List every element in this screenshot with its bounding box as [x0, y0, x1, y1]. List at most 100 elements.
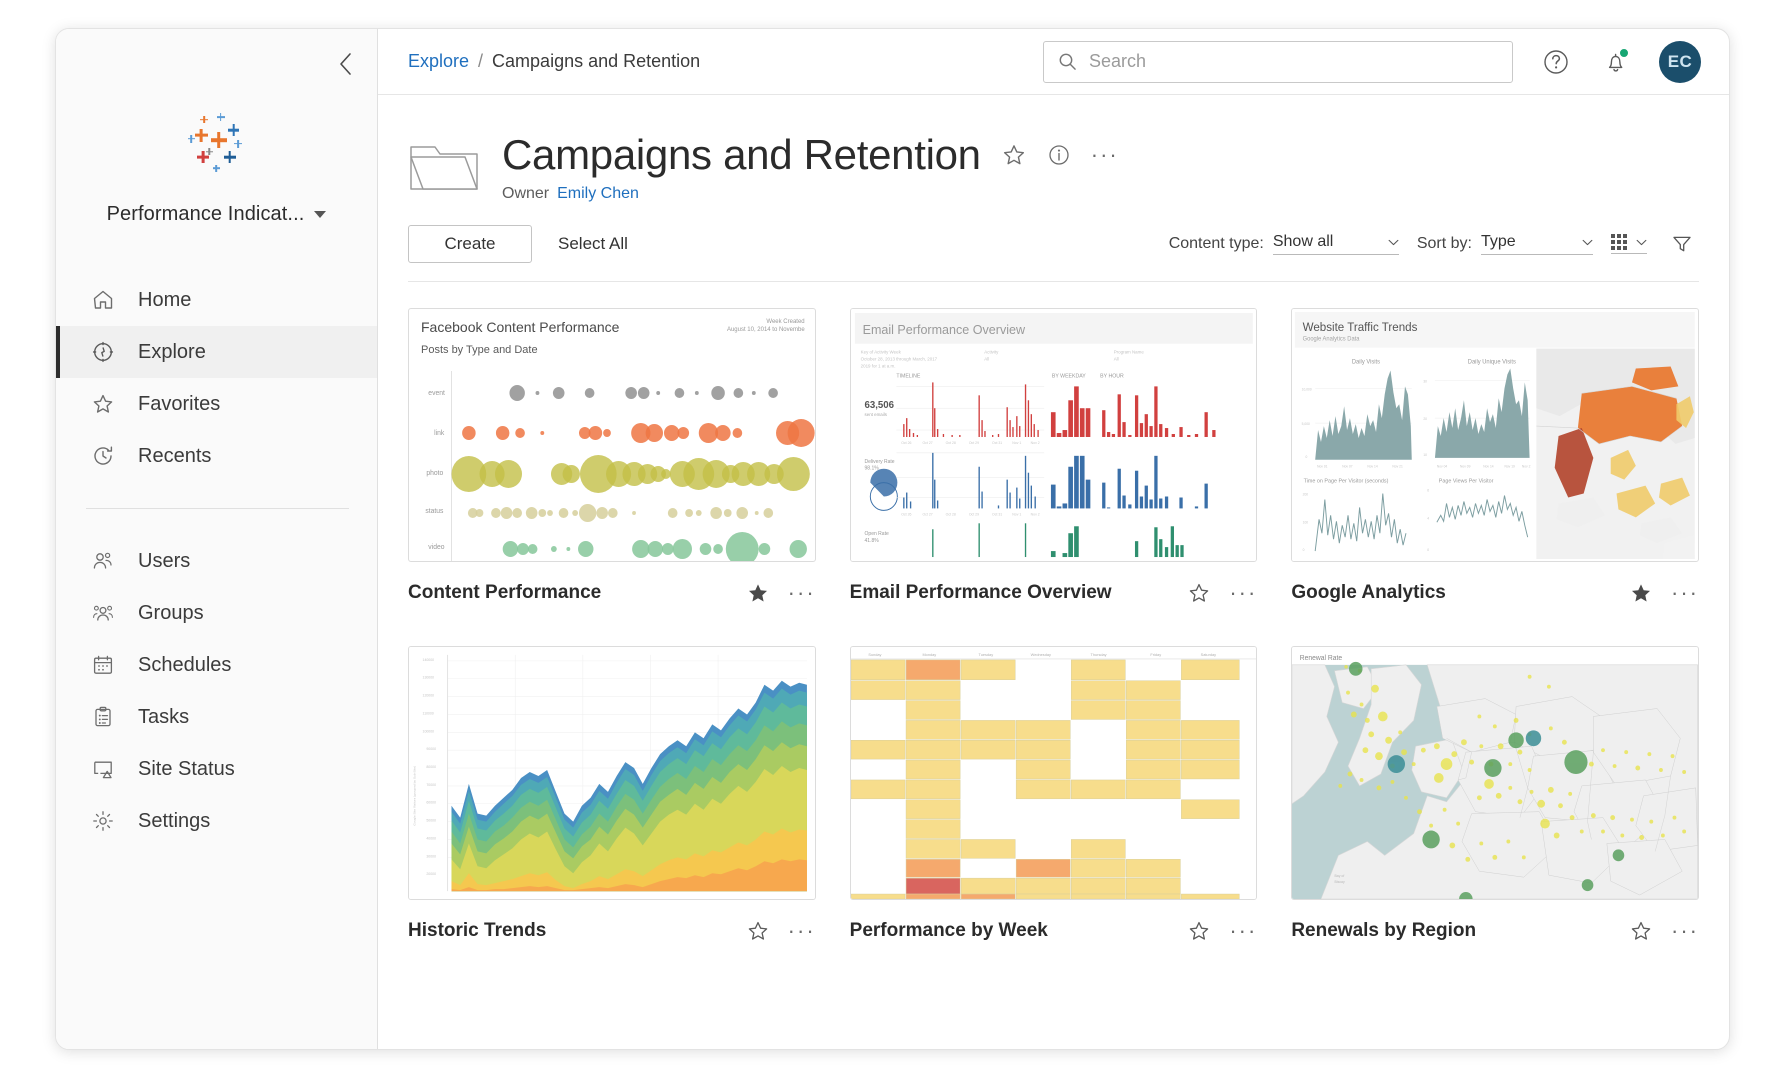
- thumb-meta-line: August 10, 2014 to Novembe: [726, 327, 805, 333]
- sidebar-item-groups[interactable]: Groups: [56, 587, 377, 639]
- sidebar-item-favorites[interactable]: Favorites: [56, 378, 377, 430]
- card-title[interactable]: Content Performance: [408, 582, 601, 604]
- card-thumbnail-email-performance[interactable]: Email Performance Overview Key of Activi…: [849, 308, 1258, 562]
- content-type-value: Show all: [1272, 233, 1334, 250]
- sidebar-item-site-status[interactable]: Site Status: [56, 743, 377, 795]
- card-favorite-button[interactable]: [1187, 919, 1211, 943]
- card-more-button[interactable]: ···: [1229, 582, 1257, 604]
- card-footer: Google Analytics ···: [1291, 562, 1699, 624]
- card-favorite-button[interactable]: [746, 919, 770, 943]
- card-footer: Content Performance ···: [408, 562, 816, 624]
- svg-text:0: 0: [1306, 455, 1308, 459]
- card-more-button[interactable]: ···: [1229, 920, 1257, 942]
- create-button[interactable]: Create: [408, 225, 532, 263]
- card-thumbnail-historic-trends[interactable]: 140000 130000 120000 110000 100000 90000 8000…: [408, 646, 816, 900]
- svg-text:70000: 70000: [426, 783, 436, 787]
- card-more-button[interactable]: ···: [788, 920, 816, 942]
- sidebar-item-settings[interactable]: Settings: [56, 795, 377, 847]
- svg-text:Oct 29: Oct 29: [968, 512, 978, 516]
- svg-text:Google Site Visitors (grouped: Google Site Visitors (grouped by Sub-Sit…: [413, 766, 417, 826]
- sidebar-item-label: Groups: [138, 601, 204, 624]
- sidebar-item-label: Users: [138, 549, 191, 572]
- svg-text:Nov 2: Nov 2: [1030, 441, 1039, 445]
- star-icon: [90, 391, 116, 417]
- breadcrumb: Explore / Campaigns and Retention: [408, 51, 700, 72]
- folder-more-button[interactable]: ···: [1091, 144, 1119, 166]
- card-title[interactable]: Google Analytics: [1291, 582, 1446, 604]
- card-thumbnail-content-performance[interactable]: Facebook Content Performance Posts by Ty…: [408, 308, 816, 562]
- card-thumbnail-renewals-by-region[interactable]: Renewal Rate Bay of Biscay: [1291, 646, 1699, 900]
- sidebar-item-users[interactable]: Users: [56, 535, 377, 587]
- sort-by-select[interactable]: Type: [1481, 233, 1593, 255]
- sidebar-item-recents[interactable]: Recents: [56, 430, 377, 482]
- card-title[interactable]: Historic Trends: [408, 920, 546, 942]
- svg-text:Daily Visits: Daily Visits: [1352, 360, 1380, 366]
- favorite-folder-button[interactable]: [1001, 142, 1027, 168]
- svg-text:Nov 04: Nov 04: [1437, 465, 1448, 469]
- select-all-button[interactable]: Select All: [558, 234, 628, 254]
- svg-text:Google Analytics Data: Google Analytics Data: [1303, 337, 1361, 343]
- card-title[interactable]: Renewals by Region: [1291, 920, 1476, 942]
- filter-icon: [1673, 236, 1691, 252]
- avatar[interactable]: EC: [1659, 40, 1701, 83]
- svg-text:Oct 29: Oct 29: [968, 441, 978, 445]
- content-type-select[interactable]: Show all: [1272, 233, 1399, 255]
- search-input[interactable]: [1089, 51, 1498, 72]
- content-type-filter: Content type: Show all: [1169, 233, 1399, 255]
- svg-text:100: 100: [1303, 520, 1309, 524]
- view-mode-button[interactable]: [1611, 234, 1647, 254]
- chevron-left-icon: [340, 53, 351, 75]
- tableau-logo-icon: [180, 107, 254, 181]
- card-thumbnail-performance-by-week[interactable]: Sunday Monday Tuesday Wednesday Thursday Fri…: [849, 646, 1258, 900]
- notifications-button[interactable]: [1599, 45, 1633, 79]
- content-type-label: Content type:: [1168, 235, 1264, 252]
- card-more-button[interactable]: ···: [1671, 920, 1699, 942]
- sidebar-item-home[interactable]: Home: [56, 274, 377, 326]
- sidebar-item-tasks[interactable]: Tasks: [56, 691, 377, 743]
- svg-text:130000: 130000: [423, 676, 435, 680]
- card-title[interactable]: Email Performance Overview: [850, 582, 1112, 604]
- collapse-sidebar-button[interactable]: [333, 51, 359, 77]
- sidebar-item-label: Home: [138, 288, 192, 311]
- filter-button[interactable]: [1665, 227, 1699, 261]
- card-favorite-button[interactable]: [1629, 919, 1653, 943]
- card-favorite-button[interactable]: [1187, 581, 1211, 605]
- topbar-right: EC: [1043, 40, 1701, 83]
- folder-info-button[interactable]: [1047, 143, 1071, 167]
- card-more-button[interactable]: ···: [1671, 582, 1699, 604]
- card-title[interactable]: Performance by Week: [850, 920, 1048, 942]
- card-actions: ···: [1629, 919, 1699, 943]
- svg-text:Nov 1: Nov 1: [1012, 512, 1021, 516]
- chevron-down-icon: [1636, 239, 1647, 245]
- info-circle-icon: [1049, 145, 1069, 165]
- svg-text:41.8%: 41.8%: [864, 538, 879, 544]
- sidebar-item-label: Settings: [138, 809, 211, 832]
- svg-text:40000: 40000: [426, 836, 436, 840]
- content-grid: Facebook Content Performance Posts by Ty…: [408, 308, 1699, 962]
- star-outline-icon: [1190, 583, 1209, 602]
- groups-icon: [90, 600, 116, 626]
- sidebar-primary-group: Home Explore Favorites Recents: [56, 274, 377, 482]
- sidebar-item-schedules[interactable]: Schedules: [56, 639, 377, 691]
- card-favorite-button[interactable]: [746, 581, 770, 605]
- sidebar-nav: Home Explore Favorites Recents Users Gro…: [56, 274, 377, 847]
- sidebar-item-explore[interactable]: Explore: [56, 326, 377, 378]
- breadcrumb-link-explore[interactable]: Explore: [408, 51, 469, 72]
- site-status-icon: [90, 756, 116, 782]
- site-switcher[interactable]: Performance Indicat...: [56, 203, 377, 226]
- topbar: Explore / Campaigns and Retention Search…: [378, 29, 1729, 95]
- help-button[interactable]: [1539, 45, 1573, 79]
- search-icon: [1059, 53, 1076, 70]
- card-more-button[interactable]: ···: [788, 582, 816, 604]
- gear-icon: [90, 808, 116, 834]
- svg-text:120000: 120000: [423, 694, 435, 698]
- card-favorite-button[interactable]: [1629, 581, 1653, 605]
- svg-text:10: 10: [1424, 453, 1428, 457]
- svg-text:Time on Page Per Visitor (seco: Time on Page Per Visitor (seconds): [1304, 479, 1389, 485]
- search-box[interactable]: [1043, 40, 1513, 83]
- users-icon: [90, 548, 116, 574]
- owner-name-link[interactable]: Emily Chen: [557, 185, 639, 203]
- svg-text:Program Name: Program Name: [1113, 350, 1144, 355]
- card-thumbnail-google-analytics[interactable]: Website Traffic Trends Google Analytics …: [1291, 308, 1699, 562]
- svg-text:Delivery Rate: Delivery Rate: [864, 459, 894, 465]
